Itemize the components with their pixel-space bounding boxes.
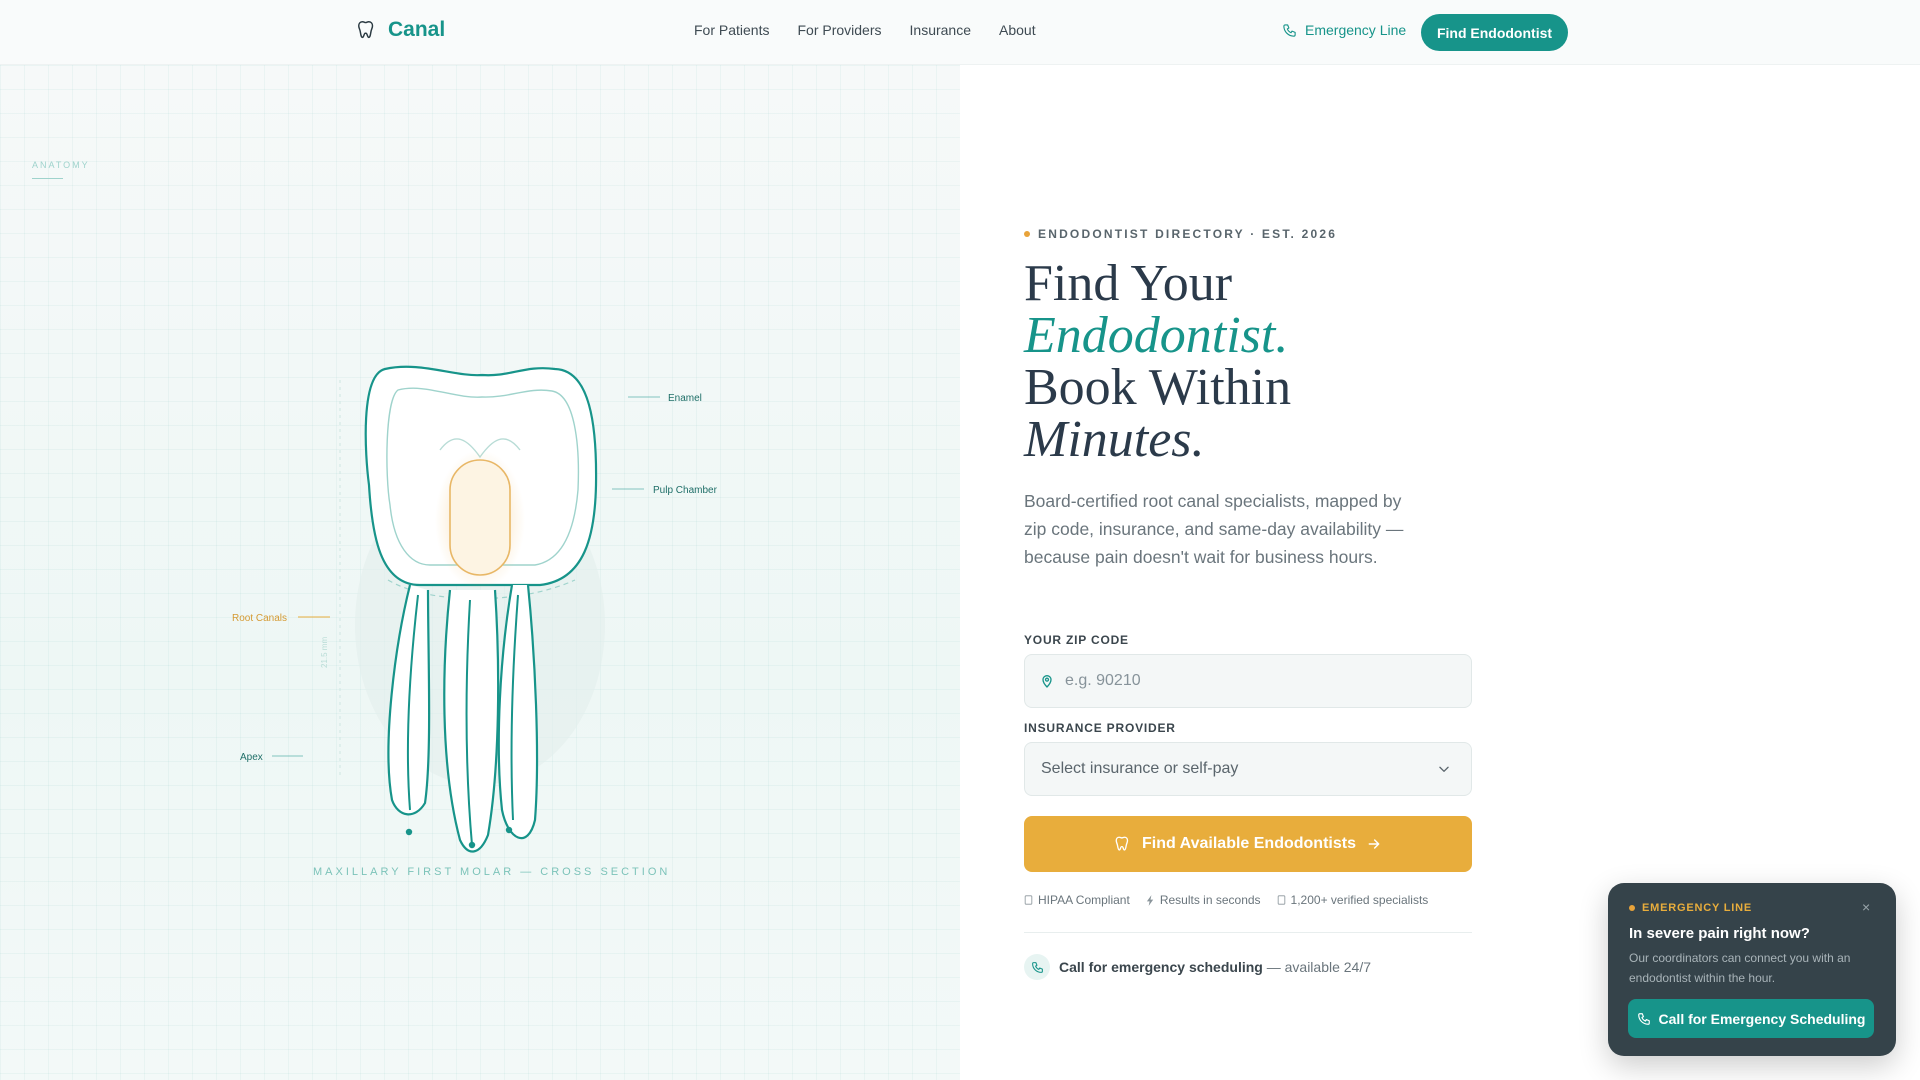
shield-icon — [1024, 895, 1033, 905]
brand-logo[interactable]: Canal — [356, 18, 445, 42]
measure-text: 21.5 mm — [320, 637, 329, 668]
root-middle — [443, 589, 500, 853]
badge-icon — [1277, 895, 1285, 905]
phone-icon — [1637, 1012, 1650, 1025]
call-strong: Call for emergency scheduling — [1059, 959, 1263, 975]
bolt-icon — [1146, 894, 1154, 906]
arrow-right-icon — [1368, 839, 1380, 849]
call-text: Call for emergency scheduling — availabl… — [1059, 959, 1371, 975]
pulp-chamber — [449, 459, 511, 576]
molar-diagram: 21.5 mm Enamel Pulp Chamber Root Canals … — [232, 365, 718, 853]
trust-verified-label: 1,200+ verified specialists — [1290, 893, 1429, 907]
phone-icon — [1283, 23, 1296, 37]
trust-hipaa: HIPAA Compliant — [1024, 893, 1130, 907]
tooth-icon — [358, 21, 374, 39]
label-apex: Apex — [240, 752, 263, 763]
anatomy-panel: ANATOMY 21.5 mm Enamel Pulp Chamber Root… — [0, 65, 960, 1080]
tooth-icon — [1115, 836, 1129, 851]
emergency-call-row[interactable]: Call for emergency scheduling — availabl… — [1024, 954, 1371, 980]
trust-results: Results in seconds — [1146, 893, 1261, 907]
popup-tag: EMERGENCY LINE — [1629, 902, 1752, 914]
popup-tag-label: EMERGENCY LINE — [1642, 902, 1753, 914]
hero-title: Find Your Endodontist. Book Within Minut… — [1024, 258, 1291, 466]
insurance-selected-value: Select insurance or self-pay — [1041, 760, 1239, 777]
nav-insurance[interactable]: Insurance — [910, 22, 971, 38]
label-pulp-chamber: Pulp Chamber — [653, 485, 718, 496]
eyebrow-text: ENDODONTIST DIRECTORY · EST. 2026 — [1038, 227, 1338, 241]
brand-name: Canal — [388, 18, 446, 41]
insurance-select[interactable]: Select insurance or self-pay — [1024, 742, 1472, 796]
zip-field[interactable] — [1024, 654, 1472, 708]
call-emergency-scheduling-button[interactable]: Call for Emergency Scheduling — [1628, 999, 1874, 1038]
apex-dot-right — [505, 826, 513, 834]
popup-title: In severe pain right now? — [1629, 925, 1810, 942]
insurance-label: INSURANCE PROVIDER — [1024, 721, 1176, 735]
close-icon[interactable]: × — [1862, 899, 1870, 915]
location-pin-icon — [1042, 675, 1052, 688]
nav-about[interactable]: About — [999, 22, 1036, 38]
divider — [1024, 932, 1472, 933]
title-line-3: Book Within — [1024, 359, 1292, 416]
emergency-line-label: Emergency Line — [1305, 22, 1407, 38]
call-rest: — available 24/7 — [1262, 959, 1372, 975]
emergency-popup: EMERGENCY LINE × In severe pain right no… — [1608, 883, 1896, 1056]
emergency-line-link[interactable]: Emergency Line — [1282, 22, 1406, 38]
popup-dot — [1629, 905, 1635, 911]
popup-body: Our coordinators can connect you with an… — [1629, 951, 1851, 985]
trust-results-label: Results in seconds — [1159, 893, 1261, 907]
label-enamel: Enamel — [668, 393, 702, 404]
find-endodontist-button[interactable]: Find Endodontist — [1421, 14, 1568, 51]
zip-input[interactable] — [1065, 672, 1471, 690]
nav-for-patients[interactable]: For Patients — [694, 22, 769, 38]
diagram-caption: MAXILLARY FIRST MOLAR — CROSS SECTION — [313, 866, 671, 878]
eyebrow-dot — [1024, 231, 1030, 237]
apex-dot-middle — [468, 841, 476, 849]
popup-button-label: Call for Emergency Scheduling — [1658, 1010, 1866, 1027]
hero-description: Board-certified root canal specialists, … — [1024, 491, 1404, 567]
chevron-down-icon — [1439, 766, 1449, 772]
call-icon-circle — [1024, 954, 1050, 980]
zip-label: YOUR ZIP CODE — [1024, 633, 1129, 647]
title-line-1: Find Your — [1024, 255, 1233, 312]
trust-badges: HIPAA Compliant Results in seconds 1,200… — [1024, 893, 1428, 907]
title-line-2: Endodontist. — [1024, 307, 1289, 364]
site-header: Canal For Patients For Providers Insuran… — [0, 0, 1920, 65]
phone-icon — [1031, 961, 1043, 973]
main-nav: For Patients For Providers Insurance Abo… — [694, 22, 1036, 38]
hero-eyebrow: ENDODONTIST DIRECTORY · EST. 2026 — [1024, 227, 1337, 241]
label-root-canals: Root Canals — [232, 613, 287, 624]
find-available-label: Find Available Endodontists — [1142, 835, 1356, 852]
apex-dot-left — [405, 828, 413, 836]
trust-verified: 1,200+ verified specialists — [1277, 893, 1429, 907]
title-line-4: Minutes. — [1024, 411, 1205, 468]
nav-for-providers[interactable]: For Providers — [797, 22, 881, 38]
find-available-endodontists-button[interactable]: Find Available Endodontists — [1024, 816, 1472, 872]
trust-hipaa-label: HIPAA Compliant — [1038, 893, 1130, 907]
